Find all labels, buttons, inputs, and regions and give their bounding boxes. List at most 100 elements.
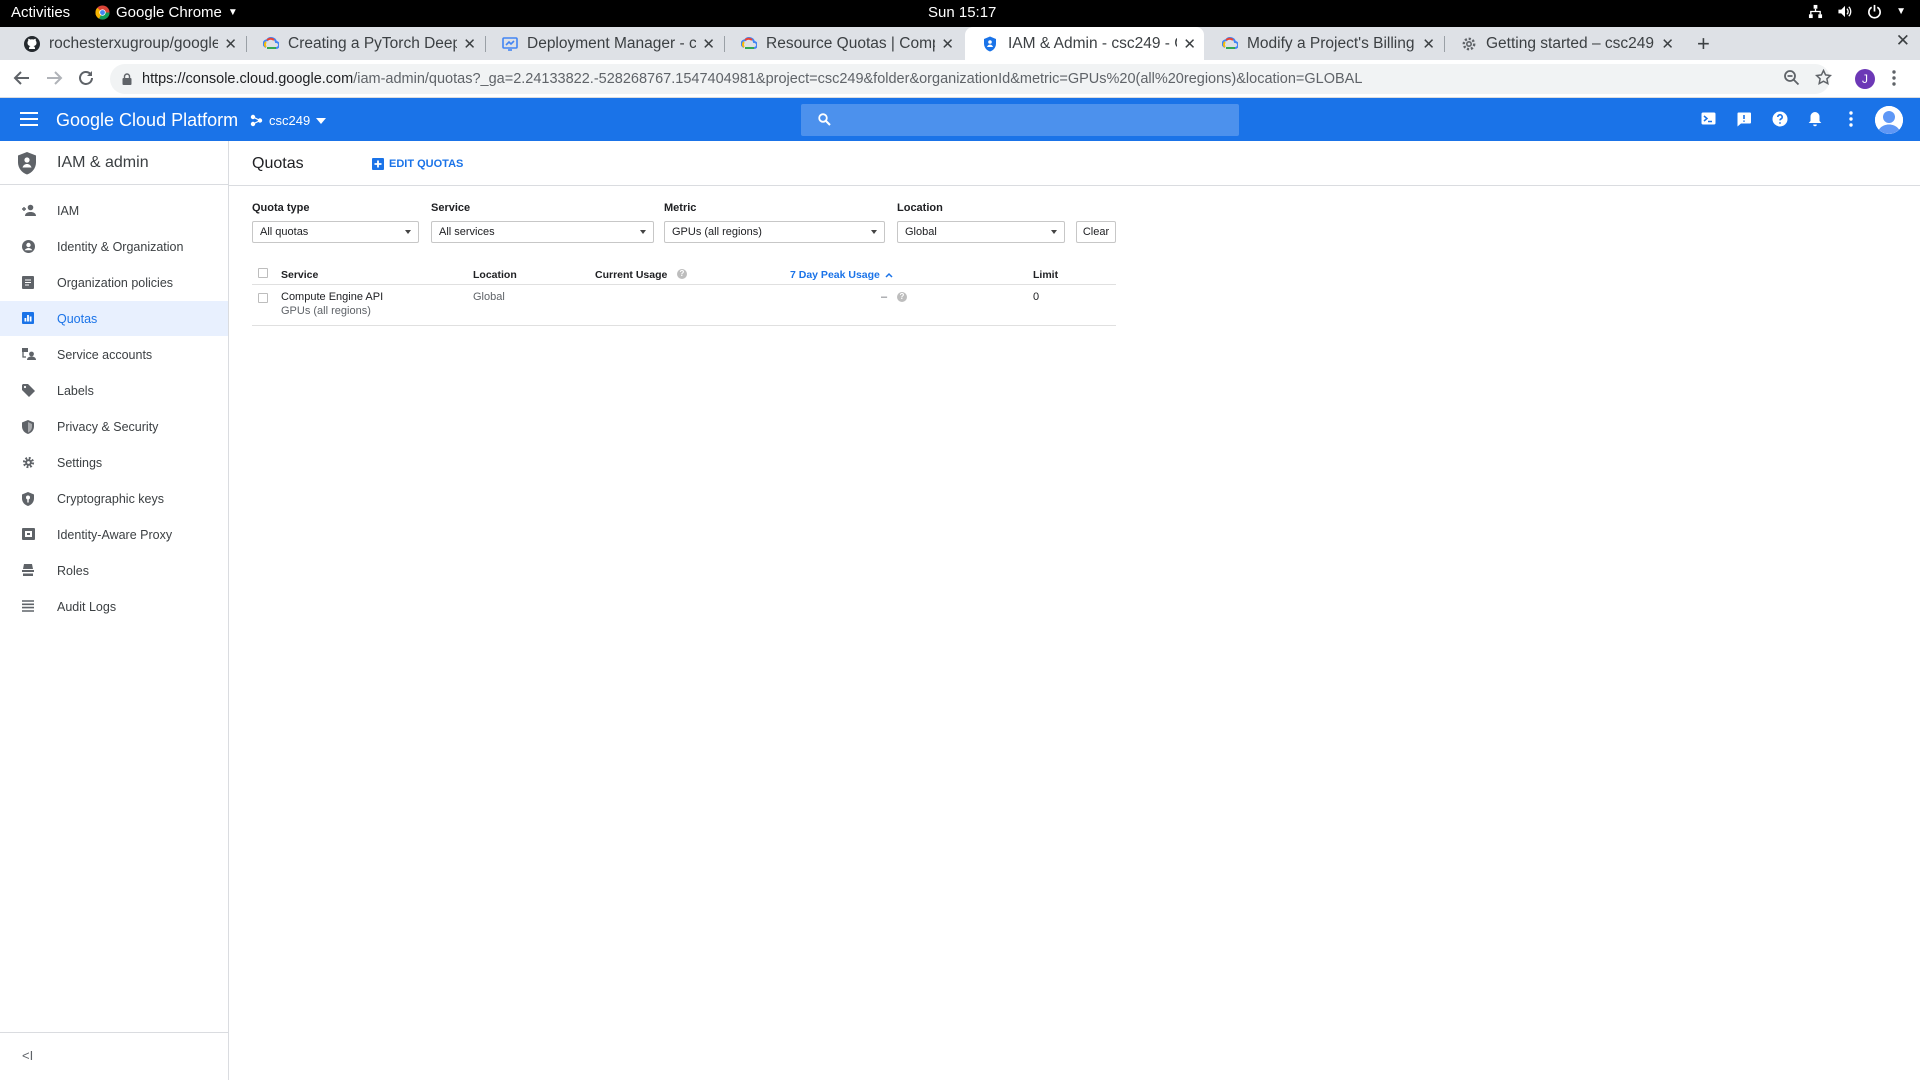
tab[interactable]: Resource Quotas | Comp ✕	[723, 27, 962, 60]
reload-icon[interactable]	[77, 69, 95, 87]
hamburger-menu-icon[interactable]	[20, 112, 38, 126]
tab-title: Resource Quotas | Comp	[766, 34, 936, 52]
account-circle-icon	[22, 240, 35, 253]
sidebar-item-quotas[interactable]: Quotas	[0, 301, 228, 336]
activities-button[interactable]: Activities	[11, 4, 70, 21]
sidebar-item-labels[interactable]: Labels	[0, 373, 228, 408]
sidebar-item-label: Roles	[57, 563, 89, 578]
window-close-icon[interactable]: ✕	[1896, 31, 1910, 51]
sidebar-item-audit-logs[interactable]: Audit Logs	[0, 589, 228, 624]
close-icon[interactable]: ✕	[1661, 35, 1674, 53]
sidebar-item-identity-aware-proxy[interactable]: Identity-Aware Proxy	[0, 517, 228, 552]
filter-label-quota-type: Quota type	[252, 202, 310, 214]
quota-type-select[interactable]: All quotas	[252, 221, 419, 243]
zoom-icon[interactable]	[1783, 69, 1800, 86]
tab[interactable]: Deployment Manager - csc ✕	[484, 27, 723, 60]
gcp-icon	[1222, 36, 1238, 52]
more-options-icon[interactable]	[1849, 111, 1853, 127]
list-icon	[22, 600, 34, 612]
tab-title: rochesterxugroup/google	[49, 34, 219, 52]
shield-icon	[983, 36, 999, 52]
help-circle-icon[interactable]: ?	[897, 292, 907, 302]
system-tray[interactable]: ▼	[1808, 4, 1906, 19]
page-header: Quotas EDIT QUOTAS	[229, 141, 1920, 186]
column-header-service[interactable]: Service	[281, 269, 318, 281]
service-select[interactable]: All services	[431, 221, 654, 243]
bookmark-star-icon[interactable]	[1815, 69, 1832, 86]
tab-title: Creating a PyTorch Deep Le	[288, 34, 458, 52]
sidebar-item-label: Organization policies	[57, 275, 174, 290]
add-person-icon	[22, 204, 36, 216]
sidebar-item-cryptographic-keys[interactable]: Cryptographic keys	[0, 481, 228, 516]
os-top-bar: Activities Google Chrome ▼ Sun 15:17 ▼	[0, 0, 1920, 27]
deployment-manager-icon	[502, 36, 518, 52]
tab[interactable]: Creating a PyTorch Deep Le ✕	[245, 27, 484, 60]
close-icon[interactable]: ✕	[463, 35, 476, 53]
sidebar-item-roles[interactable]: Roles	[0, 553, 228, 588]
new-tab-button[interactable]: +	[1697, 31, 1710, 57]
clock[interactable]: Sun 15:17	[928, 4, 996, 21]
location-select[interactable]: Global	[897, 221, 1065, 243]
tag-icon	[22, 384, 35, 397]
sidebar-item-label: Cryptographic keys	[57, 491, 164, 506]
table-header-row: Service Location Current Usage ? 7 Day P…	[252, 263, 1116, 285]
filter-label-location: Location	[897, 202, 943, 214]
edit-plus-icon	[372, 158, 384, 170]
sidebar-item-settings[interactable]: Settings	[0, 445, 228, 480]
tab[interactable]: Modify a Project's Billing S ✕	[1204, 27, 1443, 60]
column-header-location[interactable]: Location	[473, 269, 517, 281]
forward-icon[interactable]	[45, 69, 63, 87]
row-checkbox[interactable]	[258, 293, 268, 303]
search-input[interactable]	[801, 104, 1239, 136]
help-circle-icon[interactable]: ?	[677, 269, 687, 279]
cloud-shell-icon[interactable]	[1701, 111, 1716, 126]
roles-icon	[22, 564, 34, 576]
browser-menu-icon[interactable]	[1892, 70, 1896, 86]
close-icon[interactable]: ✕	[1422, 35, 1435, 53]
project-selector[interactable]: csc249	[250, 113, 327, 128]
close-icon[interactable]: ✕	[941, 35, 954, 53]
sidebar-item-privacy-security[interactable]: Privacy & Security	[0, 409, 228, 444]
chrome-icon	[95, 5, 110, 20]
sidebar-item-label: Identity-Aware Proxy	[57, 527, 173, 542]
clear-filters-button[interactable]: Clear	[1076, 221, 1116, 243]
tab[interactable]: rochesterxugroup/google ✕	[6, 27, 245, 60]
row-limit: 0	[1033, 291, 1040, 303]
tab[interactable]: Getting started – csc249 – ✕	[1443, 27, 1682, 60]
sidebar-item-label: Labels	[57, 383, 94, 398]
notifications-icon[interactable]	[1808, 111, 1822, 127]
back-icon[interactable]	[13, 69, 31, 87]
column-header-peak-usage[interactable]: 7 Day Peak Usage	[790, 269, 893, 281]
app-menu-label: Google Chrome	[116, 4, 222, 21]
sidebar-item-label: Identity & Organization	[57, 239, 184, 254]
tab-title: IAM & Admin - csc249 - G	[1008, 34, 1178, 52]
close-icon[interactable]: ✕	[224, 35, 237, 53]
sidebar-item-iam[interactable]: IAM	[0, 193, 228, 228]
app-menu[interactable]: Google Chrome ▼	[95, 4, 238, 21]
select-value: All services	[439, 226, 495, 238]
profile-avatar[interactable]: J	[1855, 69, 1875, 89]
dropdown-arrow-icon	[640, 230, 646, 234]
column-header-current-usage[interactable]: Current Usage	[595, 269, 667, 281]
github-icon	[24, 35, 40, 52]
close-icon[interactable]: ✕	[1183, 35, 1196, 53]
help-icon[interactable]	[1772, 111, 1788, 127]
sidebar-item-identity-organization[interactable]: Identity & Organization	[0, 229, 228, 264]
volume-icon	[1837, 4, 1853, 19]
column-header-limit[interactable]: Limit	[1033, 269, 1058, 281]
gcp-header: Google Cloud Platform csc249	[0, 98, 1920, 141]
gcp-brand[interactable]: Google Cloud Platform	[56, 110, 238, 131]
tab-active[interactable]: IAM & Admin - csc249 - G ✕	[965, 27, 1204, 60]
account-avatar[interactable]	[1875, 106, 1903, 134]
feedback-icon[interactable]	[1736, 111, 1752, 127]
sidebar-item-label: Privacy & Security	[57, 419, 159, 434]
address-bar[interactable]: https://console.cloud.google.com/iam-adm…	[110, 64, 1830, 94]
sidebar-item-service-accounts[interactable]: Service accounts	[0, 337, 228, 372]
collapse-sidebar-button[interactable]: <I	[0, 1032, 228, 1080]
select-all-checkbox[interactable]	[258, 268, 268, 278]
metric-select[interactable]: GPUs (all regions)	[664, 221, 885, 243]
edit-quotas-button[interactable]: EDIT QUOTAS	[372, 158, 463, 170]
sidebar-item-organization-policies[interactable]: Organization policies	[0, 265, 228, 300]
close-icon[interactable]: ✕	[702, 35, 715, 53]
sidebar-item-label: Settings	[57, 455, 103, 470]
